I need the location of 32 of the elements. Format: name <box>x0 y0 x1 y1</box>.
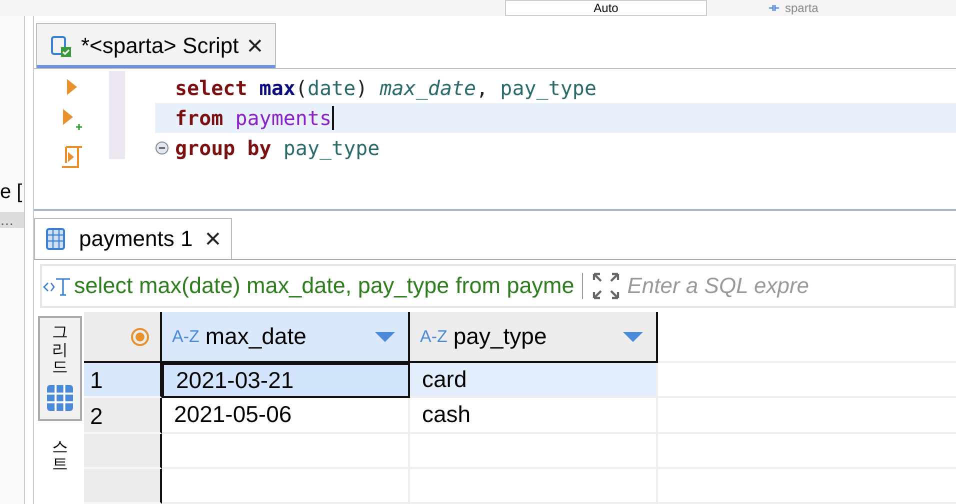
query-text: select max(date) max_date, pay_type from payme <box>74 273 574 299</box>
mode-dropdown[interactable]: Auto <box>505 0 707 16</box>
close-icon[interactable]: × <box>246 32 264 60</box>
dropdown-icon[interactable] <box>374 330 396 343</box>
sidebar-item[interactable]: … <box>0 212 24 228</box>
code-line: select max(date) max_date, pay_type <box>174 75 598 102</box>
script-icon <box>49 34 73 58</box>
row-number[interactable]: 2 <box>84 398 162 434</box>
table-cell: 2021-05-06 <box>162 398 410 434</box>
text-format-icon[interactable] <box>42 275 72 297</box>
grid-icon <box>45 382 75 413</box>
expand-icon[interactable] <box>591 271 622 301</box>
run-icon[interactable] <box>64 77 78 97</box>
editor-tab[interactable]: *<sparta> Script × <box>36 23 276 68</box>
results-tab[interactable]: payments 1 × <box>34 218 232 259</box>
dropdown-icon[interactable] <box>622 330 644 343</box>
view-tab[interactable]: 그리드 <box>38 316 82 421</box>
view-tab[interactable]: 스트 <box>38 432 82 480</box>
connection-icon[interactable] <box>767 2 781 14</box>
code-line: group by pay_type <box>155 133 956 163</box>
table-icon <box>45 227 67 251</box>
table-cell: 2021-03-21 <box>162 363 410 398</box>
column-header[interactable]: A-Z pay_type <box>410 312 658 364</box>
row-number[interactable]: 1 <box>84 363 162 398</box>
table-cell: card <box>410 363 658 398</box>
collapse-icon[interactable] <box>155 141 169 155</box>
record-icon[interactable] <box>130 326 150 347</box>
sidebar-item[interactable]: e [ <box>0 181 24 204</box>
table-cell: cash <box>410 398 658 434</box>
column-header[interactable]: A-Z max_date <box>162 312 410 364</box>
run-new-tab-icon[interactable] <box>60 107 82 133</box>
close-icon[interactable]: × <box>204 225 222 253</box>
